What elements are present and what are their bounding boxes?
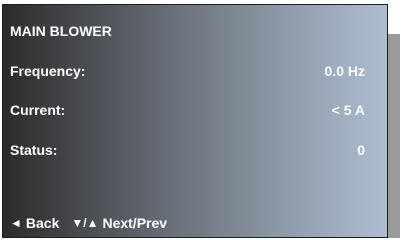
back-button[interactable]: ◄ Back [10,215,59,231]
lcd-display: MAIN BLOWER Frequency: 0.0 Hz Current: <… [2,4,388,238]
current-value: < 5 A [331,102,365,118]
current-label: Current: [10,102,66,118]
next-prev-button[interactable]: ▼/▲ Next/Prev [71,215,167,231]
frequency-row: Frequency: 0.0 Hz [10,61,365,81]
screen-title: MAIN BLOWER [10,23,112,39]
frequency-value: 0.0 Hz [324,63,365,79]
up-down-arrow-icon: ▼/▲ [71,216,99,230]
status-value: 0 [357,142,365,158]
screen-title-row: MAIN BLOWER [10,21,365,41]
frequency-label: Frequency: [10,63,86,79]
current-row: Current: < 5 A [10,100,365,120]
next-prev-label: Next/Prev [102,215,168,231]
back-label: Back [25,215,60,231]
display-shadow [386,34,400,238]
navigation-hint: ◄ Back ▼/▲ Next/Prev [10,213,365,233]
status-row: Status: 0 [10,140,365,160]
left-arrow-icon: ◄ [10,216,22,230]
status-label: Status: [10,142,58,158]
